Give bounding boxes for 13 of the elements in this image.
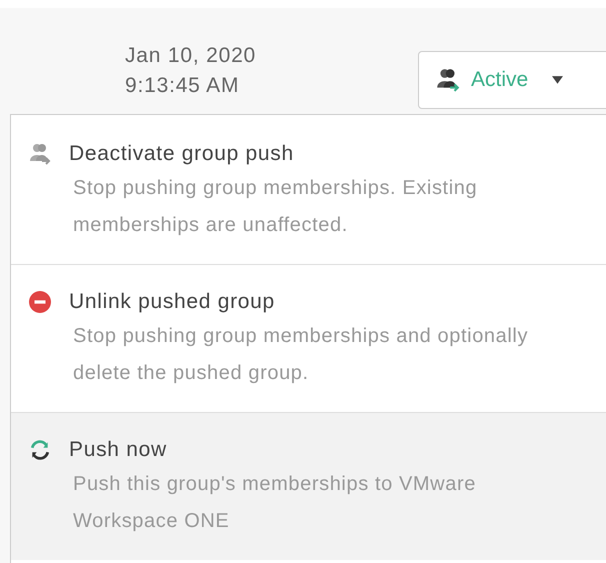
time-text: 9:13:45 AM [125,74,240,98]
date-text: Jan 10, 2020 [125,44,256,68]
menu-item-title: Push now [69,438,167,462]
menu-item-title: Unlink pushed group [69,290,275,314]
menu-item-title: Deactivate group push [69,142,294,166]
caret-icon [552,76,564,84]
menu-item[interactable]: Push now Push this group's memberships to VMware Workspace ONE [11,412,606,560]
group-push-icon [27,143,53,165]
group-push-icon [435,68,461,92]
menu-item-description: Stop pushing group memberships. Existing memberships are unaffected. [73,176,478,238]
menu-item-description: Push this group's memberships to VMware Workspace ONE [73,472,477,534]
menu-item-description: Stop pushing group memberships and optionally delete the pushed group. [73,324,530,386]
remove-icon [27,291,53,313]
